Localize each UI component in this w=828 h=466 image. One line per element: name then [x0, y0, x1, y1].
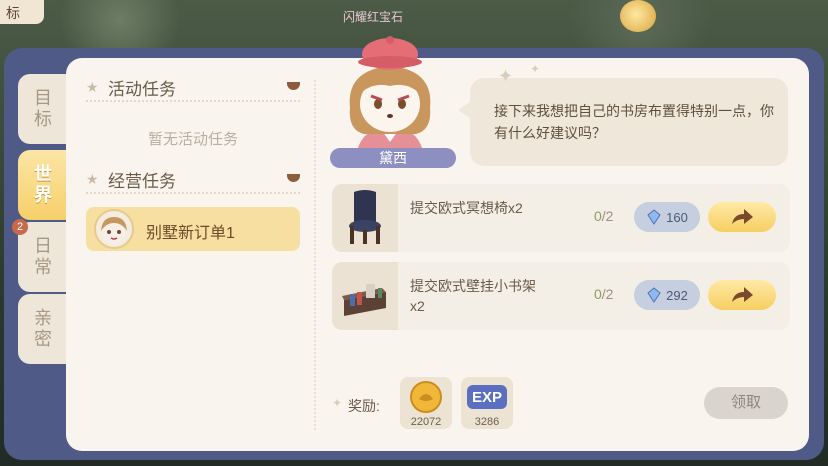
star-icon: ★ [86, 170, 99, 187]
tab-world[interactable]: 世 界 [18, 150, 68, 220]
bookshelf-icon [332, 262, 398, 330]
character-portrait [336, 32, 444, 156]
quest-go-button[interactable] [708, 280, 776, 310]
quest-progress-current: 0 [594, 208, 602, 224]
quest-name: 提交欧式壁挂小书架x2 [410, 278, 536, 314]
activity-empty-text: 暂无活动任务 [147, 131, 238, 148]
quest-progress: 0/2 [594, 286, 613, 302]
background-coin-icon [620, 0, 656, 32]
tab-goals[interactable]: 目 标 [18, 74, 68, 144]
star-icon: ★ [86, 78, 99, 95]
reward-label: 奖励: [348, 398, 380, 414]
quest-go-button[interactable] [708, 202, 776, 232]
background-banner: 闪耀红宝石 [342, 10, 403, 24]
gem-reward-pill: 292 [634, 280, 700, 310]
task-avatar [94, 209, 134, 249]
tab-daily-label-2: 常 [34, 257, 52, 277]
dialogue-bubble: 接下来我想把自己的书房布置得特别一点，你有什么好建议吗？ [458, 78, 788, 166]
sparkle-icon: ✦ [498, 66, 514, 86]
gem-icon [647, 209, 661, 225]
activity-tasks-title: 活动任务 [108, 79, 176, 99]
column-divider [314, 80, 316, 430]
tab-world-label-2: 界 [34, 185, 52, 205]
tab-goals-label-1: 目 [34, 88, 52, 108]
quest-progress: 0/2 [594, 208, 613, 224]
tab-intimacy-label-2: 密 [34, 329, 52, 349]
exp-reward: EXP 3286 [461, 377, 513, 429]
business-tasks-title: 经营任务 [108, 171, 176, 191]
tab-daily-label-1: 日 [34, 236, 52, 256]
collapse-bowl-icon [287, 174, 300, 182]
quest-name: 提交欧式冥想椅x2 [410, 200, 523, 216]
chair-icon [332, 184, 398, 252]
gem-reward-amount: 160 [666, 209, 688, 225]
dialogue-text: 接下来我想把自己的书房布置得特别一点，你有什么好建议吗？ [494, 103, 774, 141]
quest-progress-current: 0 [594, 286, 602, 302]
forward-arrow-icon [732, 287, 753, 302]
tab-goals-label-2: 标 [34, 109, 52, 129]
sparkle-icon: ✦ [530, 62, 541, 76]
exp-icon-text: EXP [471, 389, 502, 406]
quest-row-chair: 提交欧式冥想椅x2 0/2 160 [332, 184, 790, 252]
gem-reward-amount: 292 [666, 287, 688, 303]
tab-world-label-1: 世 [34, 164, 52, 184]
coin-reward: 22072 [400, 377, 452, 429]
task-item-villa-order[interactable]: 别墅新订单1 [86, 207, 300, 251]
coin-reward-amount: 22072 [410, 416, 442, 428]
forward-arrow-icon [732, 209, 753, 224]
tab-daily-badge: 2 [12, 219, 28, 235]
background-corner-label: 标 [0, 0, 44, 24]
exp-reward-amount: 3286 [474, 416, 500, 428]
business-tasks-header[interactable]: ★ 经营任务 [86, 166, 300, 194]
tab-intimacy-label-1: 亲 [34, 308, 52, 328]
task-item-label: 别墅新订单1 [146, 225, 235, 242]
claim-button[interactable]: 领取 [704, 387, 788, 419]
tab-intimacy[interactable]: 亲 密 [18, 294, 68, 364]
quest-progress-total: /2 [601, 208, 614, 224]
gem-icon [647, 287, 661, 303]
activity-tasks-header[interactable]: ★ 活动任务 [86, 74, 300, 102]
coin-icon [410, 381, 442, 413]
collapse-bowl-icon [287, 82, 300, 90]
quest-progress-total: /2 [601, 286, 614, 302]
character-name-plate: 黛西 [330, 148, 456, 168]
gem-reward-pill: 160 [634, 202, 700, 232]
quest-row-bookshelf: 提交欧式壁挂小书架x2 0/2 292 [332, 262, 790, 330]
sparkle-icon: ✦ [332, 396, 343, 410]
